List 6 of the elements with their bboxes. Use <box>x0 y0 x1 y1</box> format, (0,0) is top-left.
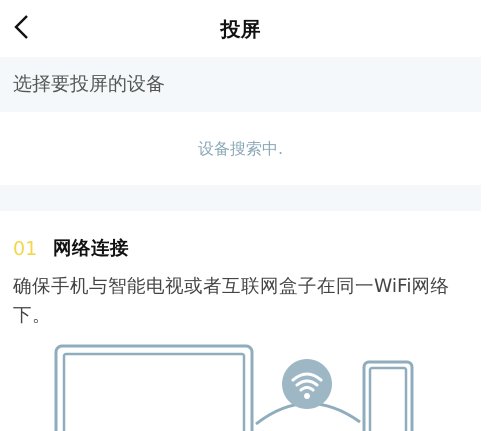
step-number: 01 <box>13 237 38 262</box>
search-status: 设备搜索中. <box>198 138 284 160</box>
page-title: 投屏 <box>220 16 260 42</box>
step-description: 确保手机与智能电视或者互联网盒子在同一WiFi网络下。 <box>13 274 450 328</box>
step-title: 网络连接 <box>53 237 130 262</box>
section-heading: 选择要投屏的设备 <box>0 57 481 112</box>
